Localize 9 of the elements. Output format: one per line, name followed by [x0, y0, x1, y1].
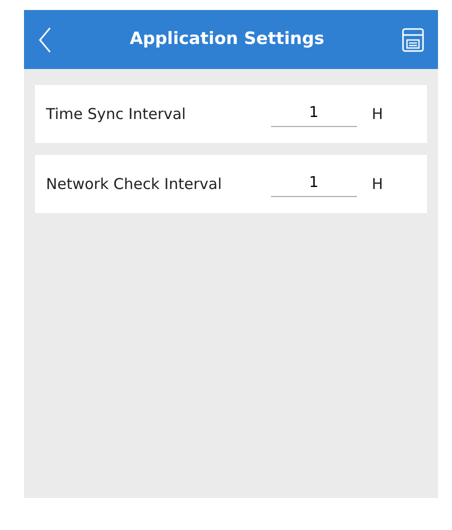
interval-field[interactable]: 1 — [270, 100, 357, 128]
back-icon[interactable] — [38, 26, 52, 52]
setting-label: Time Sync Interval — [46, 104, 187, 125]
interval-field[interactable]: 1 — [270, 170, 357, 198]
unit-label: H — [372, 174, 383, 195]
screen-title: Application Settings — [130, 28, 324, 51]
unit-label: H — [372, 104, 383, 125]
save-icon[interactable] — [402, 28, 424, 52]
setting-label: Network Check Interval — [46, 174, 223, 195]
